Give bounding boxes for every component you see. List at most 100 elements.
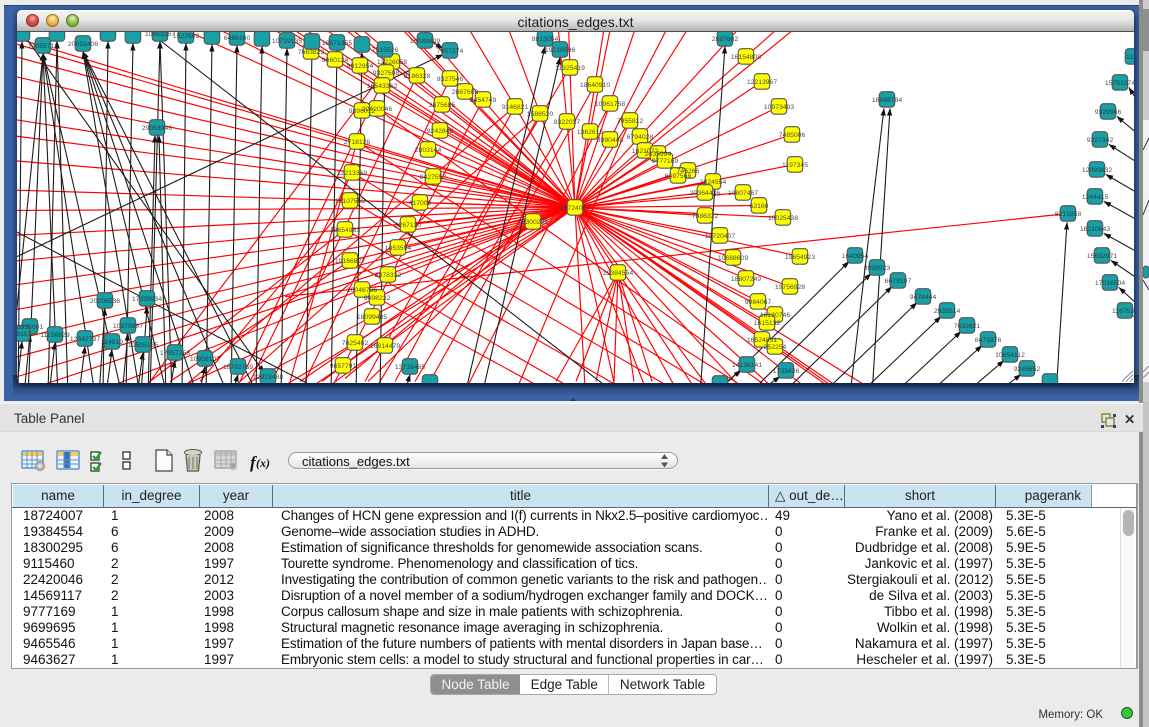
svg-text:16524851: 16524851 [747,337,777,344]
svg-text:12213369: 12213369 [337,170,367,177]
svg-text:1527602: 1527602 [173,33,200,40]
svg-text:10807487: 10807487 [728,190,758,197]
svg-text:8813054: 8813054 [532,36,559,43]
svg-text:7625402: 7625402 [342,340,369,347]
svg-text:13716485: 13716485 [395,364,425,371]
svg-text:3935001: 3935001 [17,324,43,331]
svg-text:7515526: 7515526 [372,47,399,54]
svg-text:3824554: 3824554 [700,179,727,186]
svg-text:1244415: 1244415 [1082,194,1109,201]
svg-text:1353594: 1353594 [385,245,412,252]
svg-text:14136141: 14136141 [732,362,762,369]
svg-text:8878332: 8878332 [375,272,402,279]
svg-text:10025438: 10025438 [768,215,798,222]
svg-text:19654983: 19654983 [330,227,360,234]
svg-text:6497568: 6497568 [665,173,692,180]
svg-text:10975867: 10975867 [113,323,143,330]
svg-text:13226058: 13226058 [377,59,407,66]
svg-text:10973493: 10973493 [764,104,794,111]
svg-text:7955812: 7955812 [617,118,644,125]
svg-text:20364436: 20364436 [690,190,720,197]
svg-text:9327508: 9327508 [373,70,400,77]
svg-text:2935514: 2935514 [934,308,961,315]
svg-text:11325419: 11325419 [555,65,585,72]
svg-text:1197345: 1197345 [782,162,808,169]
svg-text:7632621: 7632621 [954,323,981,330]
svg-text:16210643: 16210643 [1080,226,1110,233]
svg-text:6679197: 6679197 [885,278,912,285]
svg-text:18300295: 18300295 [518,219,548,226]
svg-text:2867608: 2867608 [452,89,479,96]
svg-text:10654112: 10654112 [995,352,1025,359]
svg-text:8912954: 8912954 [347,63,374,70]
svg-text:9327546: 9327546 [437,76,464,83]
svg-text:9329966: 9329966 [1095,109,1122,116]
svg-text:7857274: 7857274 [437,48,464,55]
svg-text:20691406: 20691406 [68,41,98,48]
svg-text:10961758: 10961758 [595,101,625,108]
svg-text:9777169: 9777169 [652,158,679,165]
svg-text:14055712: 14055712 [28,43,58,50]
svg-text:18099485: 18099485 [357,314,387,321]
svg-text:9227342: 9227342 [1087,137,1114,144]
svg-text:6466160: 6466160 [224,35,251,42]
svg-text:10719135: 10719135 [272,38,302,45]
svg-text:62160: 62160 [750,203,769,210]
svg-text:9245652: 9245652 [1014,366,1041,373]
svg-text:2887682: 2887682 [712,36,739,43]
svg-text:16154808: 16154808 [731,54,761,61]
svg-text:8186328: 8186328 [404,73,431,80]
svg-text:29053346: 29053346 [142,125,172,132]
svg-text:12505135: 12505135 [128,342,158,349]
svg-text:1615132: 1615132 [754,320,781,327]
svg-text:12093832: 12093832 [1082,167,1112,174]
svg-text:2435994: 2435994 [645,151,672,158]
svg-text:2803144: 2803144 [415,147,442,154]
svg-text:6794028: 6794028 [627,134,654,141]
svg-text:7485006: 7485006 [779,132,806,139]
svg-text:12923468: 12923468 [253,374,283,381]
svg-text:16671355: 16671355 [322,40,352,47]
svg-text:17016504: 17016504 [1095,280,1125,287]
svg-text:20206536: 20206536 [90,298,120,305]
svg-text:1117: 1117 [1126,54,1134,61]
svg-text:19384554: 19384554 [603,270,633,277]
svg-text:9896012: 9896012 [349,108,376,115]
svg-text:3675685: 3675685 [429,102,456,109]
svg-text:15692971: 15692971 [1087,253,1117,260]
svg-text:114519: 114519 [101,339,123,346]
svg-text:1362615: 1362615 [577,129,604,136]
svg-text:17359934: 17359934 [132,296,162,303]
svg-text:19166827: 19166827 [335,258,365,265]
svg-text:16543362: 16543362 [367,83,397,90]
svg-text:15751074: 15751074 [1105,80,1134,87]
svg-text:19654923: 19654923 [785,254,815,261]
svg-text:1167534: 1167534 [1112,308,1134,315]
svg-text:417006: 417006 [409,200,432,207]
svg-text:1640954: 1640954 [842,253,869,260]
svg-text:7886322: 7886322 [692,213,719,220]
svg-text:16107552: 16107552 [335,198,365,205]
svg-text:10958107: 10958107 [190,356,220,363]
svg-text:18724007: 18724007 [560,205,590,212]
svg-text:9660124: 9660124 [322,57,349,64]
svg-text:16782759: 16782759 [223,364,253,371]
svg-text:8454749: 8454749 [470,97,497,104]
svg-text:3267130: 3267130 [395,222,422,229]
svg-text:(x): (x) [256,456,270,470]
svg-text:16914479: 16914479 [370,343,400,350]
svg-text:18640910: 18640910 [580,82,610,89]
svg-text:252254: 252254 [764,344,787,351]
svg-text:18807249: 18807249 [731,276,761,283]
svg-text:8990448: 8990448 [597,137,624,144]
svg-text:8938923: 8938923 [864,265,891,272]
svg-text:16120746: 16120746 [760,312,790,319]
svg-text:16046786: 16046786 [347,287,377,294]
svg-text:8427552: 8427552 [420,174,447,181]
svg-text:15720407: 15720407 [705,233,735,240]
svg-text:12213967: 12213967 [747,79,777,86]
svg-text:9146821: 9146821 [502,104,529,111]
svg-text:9498222: 9498222 [364,295,391,302]
svg-text:8215958: 8215958 [1055,211,1082,218]
svg-text:17957253: 17957253 [160,350,190,357]
